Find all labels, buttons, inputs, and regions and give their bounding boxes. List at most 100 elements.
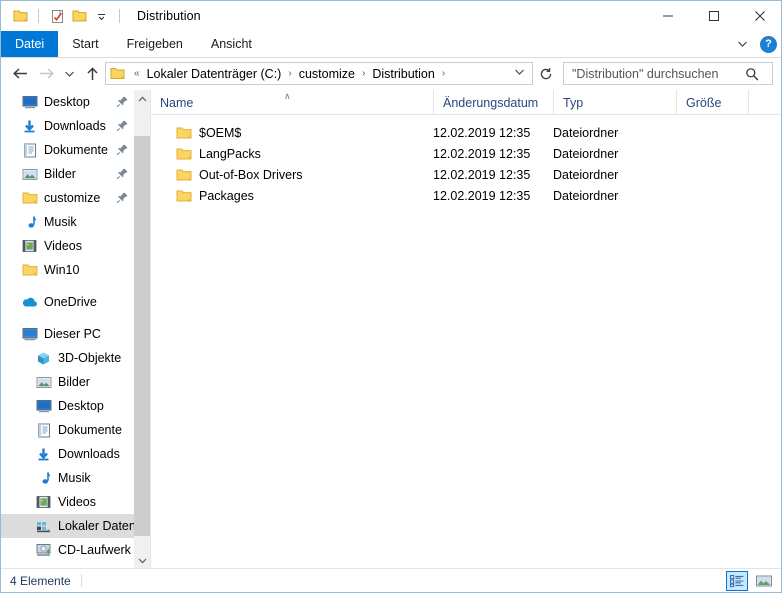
column-header-name[interactable]: Name ∧ [151,90,433,115]
address-bar[interactable]: « Lokaler Datenträger (C:) › customize ›… [105,62,533,85]
sidebar-item-musik-pc[interactable]: Musik [1,466,134,490]
column-label: Typ [563,95,584,110]
file-name-cell[interactable]: $OEM$ [176,126,241,140]
pin-icon[interactable] [116,191,129,204]
properties-icon[interactable] [46,5,68,27]
sidebar-label: OneDrive [44,295,97,309]
file-type-cell: Dateiordner [553,146,619,161]
search-icon[interactable] [740,67,764,81]
status-separator [80,574,82,587]
file-list-view: Name ∧ Änderungsdatum Typ Größe $OEM$ 12… [151,90,781,569]
sidebar-group-gap-2 [1,314,134,322]
breadcrumb-separator-2[interactable]: › [357,68,370,79]
file-name-cell[interactable]: Out-of-Box Drivers [176,168,303,182]
sidebar-label: Downloads [58,447,120,461]
toolbar-separator-2 [119,9,120,23]
table-row[interactable]: $OEM$ 12.02.2019 12:35 Dateiordner [151,122,781,143]
sort-ascending-icon: ∧ [284,91,291,101]
breadcrumb-item-customize[interactable]: customize [297,67,357,81]
toolbar-separator [38,9,39,23]
sidebar-item-lokaler-datentraeger[interactable]: Lokaler Datenträ [1,514,134,538]
up-button[interactable] [79,61,105,87]
tab-start[interactable]: Start [58,31,112,57]
scroll-down-icon[interactable] [134,552,150,569]
folder-icon [176,126,192,140]
breadcrumb-item-distribution[interactable]: Distribution [370,67,437,81]
sidebar-item-downloads[interactable]: Downloads [1,114,134,138]
new-folder-icon[interactable] [68,5,90,27]
sidebar-label: customize [44,191,101,205]
onedrive-icon [21,294,38,311]
tab-ansicht[interactable]: Ansicht [197,31,266,57]
column-header-type[interactable]: Typ [553,90,676,115]
table-row[interactable]: Packages 12.02.2019 12:35 Dateiordner [151,185,781,206]
sidebar-item-desktop-pc[interactable]: Desktop [1,394,134,418]
file-name-cell[interactable]: LangPacks [176,147,261,161]
large-icons-view-button[interactable] [753,571,775,591]
refresh-button[interactable] [535,62,557,85]
sidebar-item-dokumente-pc[interactable]: Dokumente [1,418,134,442]
column-header-size[interactable]: Größe [676,90,748,115]
ribbon-tab-bar: Datei Start Freigeben Ansicht ? [1,31,781,57]
scrollbar-thumb[interactable] [134,136,150,536]
navigation-pane: Desktop Downloads Dokumente Bilder custo… [1,90,134,569]
breadcrumb-separator-3[interactable]: › [437,68,450,79]
sidebar-item-bilder-pc[interactable]: Bilder [1,370,134,394]
search-input[interactable] [564,64,740,83]
navigation-pane-scrollbar[interactable] [134,90,150,569]
sidebar-item-win10[interactable]: Win10 [1,258,134,282]
sidebar-item-onedrive[interactable]: OneDrive [1,290,134,314]
details-view-button[interactable] [726,571,748,591]
search-box[interactable] [563,62,773,85]
sidebar-item-customize[interactable]: customize [1,186,134,210]
desktop-icon [21,94,38,111]
address-folder-icon [106,67,129,80]
column-header-spacer[interactable] [748,90,781,115]
sidebar-item-musik[interactable]: Musik [1,210,134,234]
sidebar-label: 3D-Objekte [58,351,122,365]
videos-icon [21,238,38,255]
file-name-cell[interactable]: Packages [176,189,254,203]
quick-access-toolbar [1,1,127,31]
maximize-button[interactable] [691,1,737,31]
help-icon[interactable]: ? [760,35,777,53]
sidebar-item-dieser-pc[interactable]: Dieser PC [1,322,134,346]
file-explorer-window: Distribution Datei Start Freigeben Ansic… [0,0,782,593]
tab-datei[interactable]: Datei [1,31,59,57]
table-row[interactable]: LangPacks 12.02.2019 12:35 Dateiordner [151,143,781,164]
close-button[interactable] [737,1,781,31]
back-button[interactable] [7,61,33,87]
scroll-up-icon[interactable] [134,90,150,107]
sidebar-item-videos[interactable]: Videos [1,234,134,258]
file-type-cell: Dateiordner [553,188,619,203]
address-dropdown-chevron-down-icon[interactable] [507,68,532,79]
sidebar-item-dokumente[interactable]: Dokumente [1,138,134,162]
file-type-cell: Dateiordner [553,167,619,182]
pin-icon[interactable] [116,119,129,132]
tab-freigeben[interactable]: Freigeben [113,31,197,57]
sidebar-item-desktop[interactable]: Desktop [1,90,134,114]
recent-locations-chevron-down-icon[interactable] [59,61,79,87]
forward-button[interactable] [33,61,59,87]
ribbon-minimize-chevron-down-icon[interactable] [737,35,748,53]
breadcrumb-separator-1[interactable]: › [283,68,296,79]
table-row[interactable]: Out-of-Box Drivers 12.02.2019 12:35 Date… [151,164,781,185]
breadcrumb-overflow[interactable]: « [129,68,145,79]
pin-icon[interactable] [116,95,129,108]
breadcrumb-item-drive[interactable]: Lokaler Datenträger (C:) [145,67,284,81]
sidebar-item-3d-objekte[interactable]: 3D-Objekte [1,346,134,370]
minimize-button[interactable] [645,1,691,31]
sidebar-item-downloads-pc[interactable]: Downloads [1,442,134,466]
column-label: Größe [686,95,722,110]
pin-icon[interactable] [116,143,129,156]
sidebar-item-videos-pc[interactable]: Videos [1,490,134,514]
column-header-date[interactable]: Änderungsdatum [433,90,553,115]
sidebar-item-bilder[interactable]: Bilder [1,162,134,186]
pin-icon[interactable] [116,167,129,180]
folder-icon[interactable] [9,5,31,27]
folder-icon [21,262,38,279]
3d-objects-icon [35,350,52,367]
quick-access-chevron-down-icon[interactable] [90,5,112,27]
sidebar-label: Bilder [58,375,90,389]
sidebar-item-cd-laufwerk[interactable]: CD-Laufwerk (D: [1,538,134,562]
